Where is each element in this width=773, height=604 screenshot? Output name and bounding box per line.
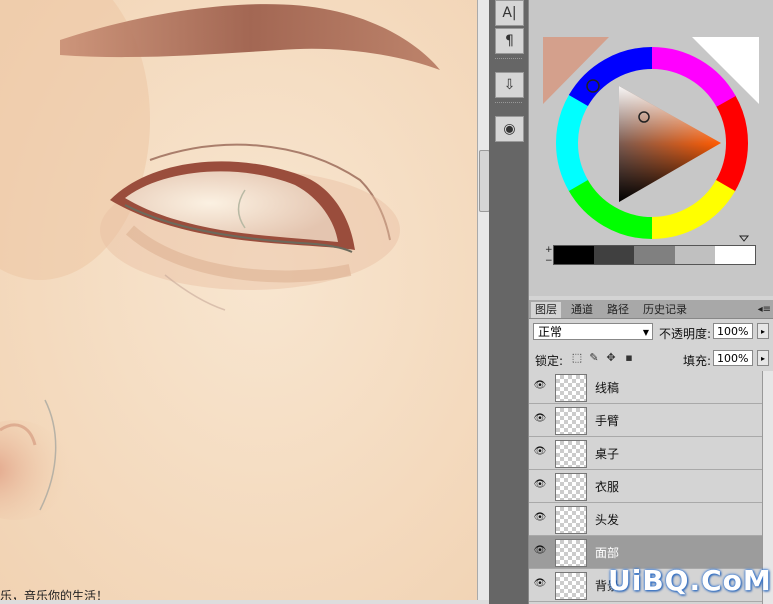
tab-history[interactable]: 历史记录 — [639, 302, 691, 318]
lock-position-icon[interactable]: ✥ — [605, 352, 617, 364]
layer-thumbnail — [555, 374, 587, 402]
canvas-horizontal-scrollbar[interactable] — [0, 600, 489, 604]
painting-face-illustration — [0, 0, 477, 600]
ramp-gray[interactable] — [634, 246, 675, 264]
paragraph-icon: ¶ — [505, 33, 514, 49]
opacity-input[interactable]: 100% — [713, 323, 753, 339]
layer-row[interactable]: 👁 桌子 — [529, 437, 762, 470]
brush-preset-button[interactable]: ◉ — [495, 116, 524, 142]
layer-name: 衣服 — [595, 480, 620, 494]
character-panel-button[interactable]: A| — [495, 0, 524, 26]
clone-source-icon: ⇩ — [503, 77, 516, 93]
color-ramp[interactable] — [553, 245, 756, 265]
visibility-eye-icon[interactable]: 👁 — [533, 413, 547, 425]
ramp-black[interactable] — [554, 246, 595, 264]
visibility-eye-icon[interactable]: 👁 — [533, 512, 547, 524]
lock-pixels-icon[interactable]: ✎ — [588, 352, 600, 364]
opacity-label: 不透明度: — [659, 327, 712, 341]
text-tool-icon: A| — [502, 5, 517, 21]
layer-row[interactable]: 👁 衣服 — [529, 470, 762, 503]
visibility-eye-icon[interactable]: 👁 — [533, 479, 547, 491]
visibility-eye-icon[interactable]: 👁 — [533, 446, 547, 458]
svg-text:−: − — [545, 256, 553, 266]
layer-name: 手臂 — [595, 414, 620, 428]
paragraph-panel-button[interactable]: ¶ — [495, 28, 524, 54]
layer-row[interactable]: 👁 手臂 — [529, 404, 762, 437]
layer-thumbnail — [555, 506, 587, 534]
layer-name: 桌子 — [595, 447, 620, 461]
layer-thumbnail — [555, 539, 587, 567]
layer-thumbnail — [555, 407, 587, 435]
layer-thumbnail — [555, 440, 587, 468]
saturation-value-triangle[interactable] — [619, 86, 721, 202]
color-panel: + − — [528, 0, 773, 296]
layer-name: 头发 — [595, 513, 620, 527]
tool-divider — [495, 102, 522, 105]
layer-thumbnail — [555, 473, 587, 501]
visibility-eye-icon[interactable]: 👁 — [533, 545, 547, 557]
fill-slider-button[interactable]: ▸ — [757, 350, 769, 366]
fill-input[interactable]: 100% — [713, 350, 753, 366]
lock-all-icon[interactable]: ▪ — [623, 352, 635, 364]
caption-text: 乐，音乐你的生活！ — [0, 589, 109, 600]
chevron-down-icon: ▼ — [642, 328, 649, 337]
visibility-eye-icon[interactable]: 👁 — [533, 578, 547, 590]
clone-source-button[interactable]: ⇩ — [495, 72, 524, 98]
panel-menu-icon[interactable]: ◂≡ — [758, 304, 771, 315]
tab-paths[interactable]: 路径 — [603, 302, 633, 318]
layer-name: 面部 — [595, 546, 620, 560]
document-canvas[interactable]: 乐，音乐你的生活！ — [0, 0, 477, 600]
lock-transparent-icon[interactable]: ⬚ — [571, 352, 583, 364]
ramp-white[interactable] — [714, 246, 756, 264]
visibility-eye-icon[interactable]: 👁 — [533, 380, 547, 392]
fill-label: 填充: — [683, 354, 712, 368]
tool-divider — [495, 58, 522, 61]
opacity-slider-button[interactable]: ▸ — [757, 323, 769, 339]
svg-text:+: + — [545, 245, 553, 255]
layer-name: 线稿 — [595, 381, 620, 395]
ramp-dark-gray[interactable] — [594, 246, 635, 264]
ramp-light-gray[interactable] — [674, 246, 715, 264]
tab-channels[interactable]: 通道 — [567, 302, 597, 318]
panel-tabs: 图层 通道 路径 历史记录 ◂≡ — [529, 300, 773, 319]
layer-thumbnail — [555, 572, 587, 600]
brush-preset-icon: ◉ — [503, 121, 516, 137]
watermark-logo: UiBQ.CoM — [608, 564, 772, 597]
layers-panel: 图层 通道 路径 历史记录 ◂≡ 正常 ▼ 不透明度: 100% ▸ 锁定: ⬚… — [528, 296, 773, 604]
lock-label: 锁定: — [535, 354, 564, 368]
tab-layers[interactable]: 图层 — [531, 302, 561, 318]
ramp-menu-icon[interactable] — [738, 235, 750, 242]
layer-row[interactable]: 👁 线稿 — [529, 371, 762, 404]
blend-mode-select[interactable]: 正常 ▼ — [533, 323, 653, 340]
blend-mode-value: 正常 — [538, 325, 563, 339]
layer-row[interactable]: 👁 头发 — [529, 503, 762, 536]
panel-icon-strip: A| ¶ ⇩ ◉ — [489, 0, 528, 604]
